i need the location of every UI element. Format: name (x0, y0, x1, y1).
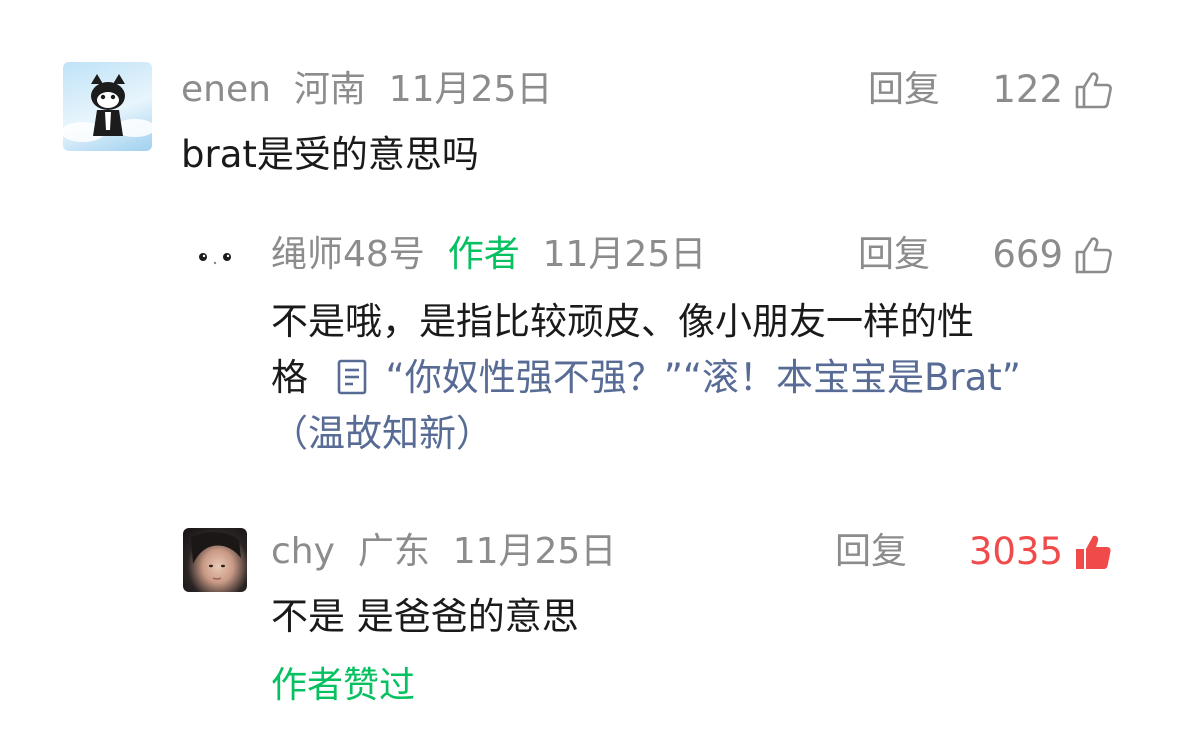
like-count: 122 (992, 68, 1063, 111)
dots-face-icon (199, 253, 231, 265)
user-photo-icon (191, 532, 241, 580)
avatar[interactable] (183, 528, 247, 592)
thumbs-up-icon (1075, 72, 1112, 109)
reply-item: 绳师48号 作者 11月25日 回复 669 不是哦，是指比较顽皮、像小朋友一样… (0, 215, 1179, 485)
reply-button[interactable]: 回复 (868, 68, 940, 112)
reply-button[interactable]: 回复 (835, 530, 907, 574)
like-count: 669 (992, 233, 1063, 276)
author-tag: 作者 (447, 234, 520, 275)
comment-meta: 绳师48号 作者 11月25日 (271, 233, 706, 277)
like-button[interactable]: 3035 (969, 530, 1113, 574)
comment-text: 不是 是爸爸的意思 (271, 595, 579, 638)
comment-text: 不是哦，是指比较顽皮、像小朋友一样的性 (271, 300, 974, 343)
location: 广东 (357, 531, 430, 572)
comment-meta: chy 广东 11月25日 (271, 530, 616, 574)
username[interactable]: chy (271, 531, 335, 572)
comment-item: enen 河南 11月25日 回复 122 brat是受的意思吗 (0, 50, 1179, 200)
username[interactable]: 绳师48号 (271, 234, 425, 275)
location: 河南 (293, 69, 366, 110)
like-button[interactable]: 669 (992, 233, 1113, 277)
author-liked-badge: 作者赞过 (271, 665, 416, 706)
avatar[interactable] (183, 223, 247, 287)
article-link-title[interactable]: “你奴性强不强？”“滚！本宝宝是Brat” (386, 356, 1021, 399)
article-link[interactable]: “你奴性强不强？”“滚！本宝宝是Brat” (320, 356, 1021, 399)
comment-text: brat是受的意思吗 (181, 133, 479, 176)
avatar[interactable] (63, 62, 152, 151)
like-count: 3035 (968, 530, 1063, 573)
comment-meta: enen 河南 11月25日 (181, 68, 552, 112)
reply-item: chy 广东 11月25日 回复 3035 不是 是爸爸的意思 作者赞过 (0, 510, 1179, 730)
thumbs-up-icon (1075, 237, 1112, 274)
cartoon-cat-icon (63, 74, 152, 142)
username[interactable]: enen (181, 69, 271, 110)
comment-date: 11月25日 (542, 234, 707, 275)
comment-text-tail: 格 (271, 356, 308, 399)
reply-button[interactable]: 回复 (858, 233, 930, 277)
comment-date: 11月25日 (452, 531, 617, 572)
comment-text-continued: 格 “你奴性强不强？”“滚！本宝宝是Brat” (271, 351, 1021, 405)
thumbs-up-filled-icon (1076, 535, 1111, 569)
document-icon (337, 359, 367, 395)
like-button[interactable]: 122 (992, 68, 1113, 112)
comment-date: 11月25日 (388, 69, 553, 110)
article-link-subtitle[interactable]: （温故知新） (271, 407, 493, 461)
